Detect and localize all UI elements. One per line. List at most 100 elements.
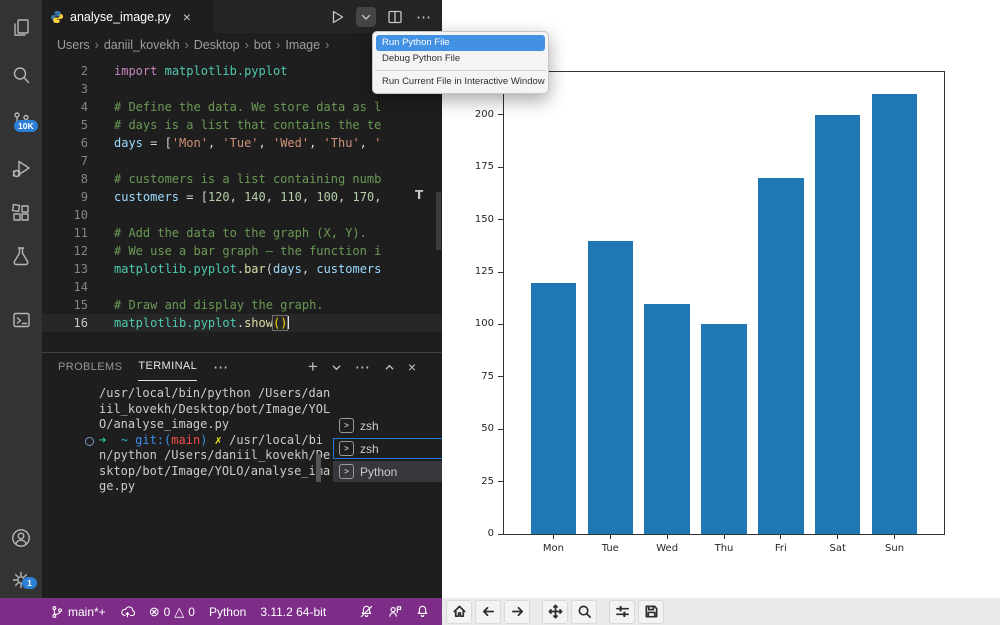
run-debug-icon[interactable] — [0, 148, 42, 188]
close-panel-icon[interactable]: × — [408, 359, 416, 375]
terminal-panel-icon[interactable] — [0, 300, 42, 340]
menu-separator — [375, 70, 546, 71]
breadcrumb-item-bot[interactable]: bot — [254, 38, 271, 52]
split-editor-icon[interactable] — [385, 7, 405, 27]
x-tick-mark — [724, 534, 725, 539]
back-icon[interactable] — [475, 600, 501, 624]
publish-icon[interactable] — [120, 605, 135, 619]
do-not-disturb-icon[interactable] — [359, 604, 374, 619]
bar-wed — [644, 304, 689, 534]
terminal-scrollbar[interactable] — [316, 454, 321, 482]
breadcrumb-item-desktop[interactable]: Desktop — [194, 38, 240, 52]
git-branch-item[interactable]: main*+ — [50, 605, 106, 619]
code-text: # days is a list that contains the te — [114, 116, 381, 134]
x-tick-label-thu: Thu — [699, 543, 749, 554]
code-line-4[interactable]: 4# Define the data. We store data as l — [42, 98, 442, 116]
language-mode-item[interactable]: Python — [209, 605, 246, 619]
notifications-bell-icon[interactable] — [415, 604, 430, 619]
subplots-config-icon[interactable] — [609, 600, 635, 624]
feedback-icon[interactable] — [387, 604, 402, 619]
zoom-icon[interactable] — [571, 600, 597, 624]
explorer-icon[interactable] — [0, 8, 42, 48]
panel-views-more-icon[interactable]: ⋯ — [355, 358, 371, 376]
code-line-13[interactable]: 13matplotlib.pyplot.bar(days, customers — [42, 260, 442, 278]
panel-tab-terminal[interactable]: TERMINAL — [138, 353, 197, 381]
extensions-icon[interactable] — [0, 193, 42, 233]
problems-item[interactable]: ⊗ 0 △ 0 — [149, 604, 195, 620]
bar-sat — [815, 115, 860, 534]
terminal-line: ➜ ~ git:(main) ✗ /usr/local/bin/python /… — [99, 433, 331, 495]
run-button[interactable] — [327, 7, 347, 27]
code-line-7[interactable]: 7 — [42, 152, 442, 170]
y-tick-label: 125 — [458, 266, 494, 277]
branch-icon — [50, 605, 64, 619]
terminal-line: /usr/local/bin/python /Users/daniil_kove… — [99, 386, 331, 433]
menu-item-run-current-file-in-interactive-window[interactable]: Run Current File in Interactive Window — [376, 74, 545, 90]
x-tick-mark — [780, 534, 781, 539]
maximize-panel-icon[interactable] — [384, 362, 395, 373]
code-line-9[interactable]: 9customers = [120, 140, 110, 100, 170, — [42, 188, 442, 206]
code-line-16[interactable]: 16matplotlib.pyplot.show() — [42, 314, 442, 332]
code-text: days = ['Mon', 'Tue', 'Wed', 'Thu', ' — [114, 134, 381, 152]
terminal-output[interactable]: /usr/local/bin/python /Users/daniil_kove… — [57, 386, 307, 586]
y-tick-mark — [498, 481, 503, 482]
code-line-5[interactable]: 5 # days is a list that contains the te — [42, 116, 442, 134]
y-tick-mark — [498, 272, 503, 273]
text-cursor — [287, 316, 289, 329]
tab-bar: analyse_image.py × ⋯ — [42, 0, 442, 33]
matplotlib-toolbar — [442, 598, 1000, 625]
minimap-marker: T — [415, 188, 423, 202]
python-version-item[interactable]: 3.11.2 64-bit — [260, 605, 326, 619]
code-line-6[interactable]: 6days = ['Mon', 'Tue', 'Wed', 'Thu', ' — [42, 134, 442, 152]
breadcrumb-item-image[interactable]: Image — [285, 38, 320, 52]
terminal-instance-zsh[interactable]: >zsh — [333, 415, 455, 436]
terminal-command-decoration — [85, 437, 94, 446]
line-number: 16 — [42, 314, 88, 332]
line-number: 11 — [42, 224, 88, 242]
line-number: 5 — [42, 116, 88, 134]
run-dropdown-chevron-icon[interactable] — [356, 7, 376, 27]
save-icon[interactable] — [638, 600, 664, 624]
tab-close-icon[interactable]: × — [183, 9, 191, 25]
home-icon[interactable] — [446, 600, 472, 624]
x-tick-label-sun: Sun — [870, 543, 920, 554]
code-editor[interactable]: 2import matplotlib.pyplot34# Define the … — [42, 57, 442, 352]
account-icon[interactable] — [0, 518, 42, 558]
y-tick-label: 75 — [458, 371, 494, 382]
terminal-instance-python[interactable]: >Python — [333, 461, 455, 482]
code-line-14[interactable]: 14 — [42, 278, 442, 296]
terminal-panel: PROBLEMS TERMINAL ⋯ + ⋯ × /usr/local/bin/p… — [42, 352, 442, 598]
pan-icon[interactable] — [542, 600, 568, 624]
terminal-instance-zsh[interactable]: >zsh — [333, 438, 455, 459]
panel-more-icon[interactable]: ⋯ — [213, 358, 229, 376]
line-number: 3 — [42, 80, 88, 98]
terminal-profile-chevron-icon[interactable] — [331, 362, 342, 373]
bar-fri — [758, 178, 803, 534]
settings-badge: 1 — [22, 577, 37, 589]
x-tick-label-tue: Tue — [585, 543, 635, 554]
breadcrumb-item-users[interactable]: Users — [57, 38, 90, 52]
line-number: 4 — [42, 98, 88, 116]
line-number: 8 — [42, 170, 88, 188]
y-tick-mark — [498, 167, 503, 168]
code-line-12[interactable]: 12# We use a bar graph — the function i — [42, 242, 442, 260]
code-line-15[interactable]: 15# Draw and display the graph. — [42, 296, 442, 314]
panel-tab-problems[interactable]: PROBLEMS — [58, 354, 122, 381]
forward-icon[interactable] — [504, 600, 530, 624]
menu-item-run-python-file[interactable]: Run Python File — [376, 35, 545, 51]
code-line-10[interactable]: 10 — [42, 206, 442, 224]
code-line-11[interactable]: 11# Add the data to the graph (X, Y). — [42, 224, 442, 242]
new-terminal-icon[interactable]: + — [308, 357, 318, 377]
terminal-instance-label: zsh — [360, 419, 379, 433]
menu-item-debug-python-file[interactable]: Debug Python File — [376, 51, 545, 67]
breadcrumb-item-daniil_kovekh[interactable]: daniil_kovekh — [104, 38, 180, 52]
editor-scrollbar[interactable] — [436, 192, 441, 250]
code-text: # Draw and display the graph. — [114, 296, 324, 314]
search-icon[interactable] — [0, 55, 42, 95]
more-actions-icon[interactable]: ⋯ — [414, 7, 434, 27]
x-tick-label-wed: Wed — [642, 543, 692, 554]
code-line-8[interactable]: 8# customers is a list containing numb — [42, 170, 442, 188]
code-text: import matplotlib.pyplot — [114, 62, 287, 80]
tab-analyse-image[interactable]: analyse_image.py × — [42, 0, 214, 33]
testing-icon[interactable] — [0, 236, 42, 276]
